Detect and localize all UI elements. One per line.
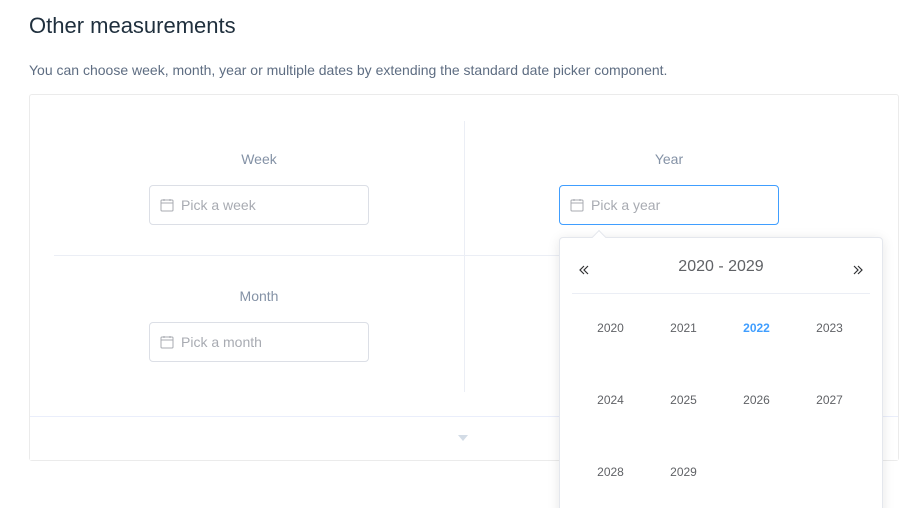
section-description: You can choose week, month, year or mult…	[29, 62, 668, 78]
year-cell[interactable]: 2026	[720, 392, 793, 408]
year-picker-input[interactable]: Pick a year	[559, 185, 779, 225]
month-placeholder: Pick a month	[181, 334, 262, 350]
week-cell: Week	[54, 149, 464, 169]
year-popup-header: 2020 - 2029	[572, 250, 870, 294]
section-title: Other measurements	[29, 13, 236, 38]
month-label: Month	[239, 288, 279, 304]
year-cell[interactable]: 2029	[647, 464, 720, 480]
year-cell[interactable]: 2024	[574, 392, 647, 408]
page: Other measurements You can choose week, …	[0, 0, 907, 508]
year-cell-current[interactable]: 2022	[720, 320, 793, 336]
month-cell: Month	[54, 286, 464, 306]
year-label: Year	[654, 151, 684, 167]
year-picker-popup: 2020 - 2029 2020 2021 2022 2023 2024 202…	[559, 237, 883, 508]
week-picker-input[interactable]: Pick a week	[149, 185, 369, 225]
year-cell[interactable]: 2028	[574, 464, 647, 480]
year-range-label[interactable]: 2020 - 2029	[572, 256, 870, 278]
calendar-icon	[570, 199, 584, 212]
year-placeholder: Pick a year	[591, 197, 661, 213]
year-cell: Year	[464, 149, 874, 169]
calendar-icon	[160, 336, 174, 349]
year-cell[interactable]: 2023	[793, 320, 866, 336]
year-cell[interactable]: 2025	[647, 392, 720, 408]
month-picker-input[interactable]: Pick a month	[149, 322, 369, 362]
week-label: Week	[241, 151, 277, 167]
week-placeholder: Pick a week	[181, 197, 256, 213]
year-cell[interactable]: 2027	[793, 392, 866, 408]
double-chevron-right-icon[interactable]	[850, 262, 866, 278]
caret-down-icon	[458, 435, 468, 441]
year-cell[interactable]: 2021	[647, 320, 720, 336]
year-cell[interactable]: 2020	[574, 320, 647, 336]
calendar-icon	[160, 199, 174, 212]
